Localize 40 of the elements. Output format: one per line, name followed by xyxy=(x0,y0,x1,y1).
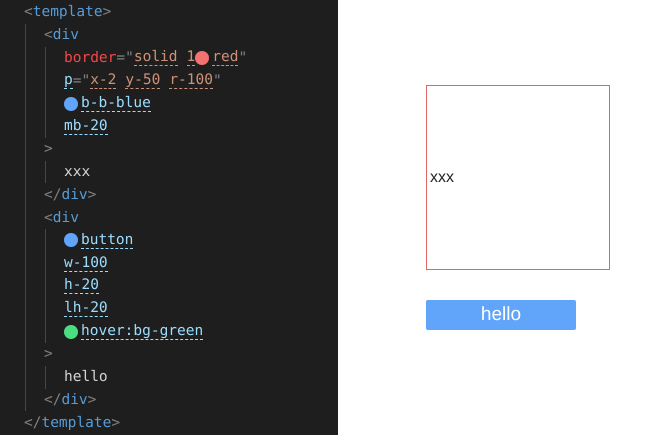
tag-name: template xyxy=(32,4,103,20)
attribute-value: r-100 xyxy=(169,72,213,90)
class-name: b-b-blue xyxy=(81,95,151,112)
tag-name: template xyxy=(41,414,112,431)
tag-name: div xyxy=(52,210,79,226)
punctuation: > xyxy=(44,141,53,158)
tag-name: div xyxy=(61,186,88,203)
punctuation: " xyxy=(238,50,248,66)
text-content: xxx xyxy=(64,164,90,180)
punctuation: < xyxy=(44,210,53,226)
punctuation: " xyxy=(212,72,222,89)
attribute-value: y-50 xyxy=(125,72,160,90)
punctuation: =" xyxy=(116,50,134,66)
tag-name: div xyxy=(52,27,79,44)
class-name: h-20 xyxy=(64,277,99,294)
punctuation: > xyxy=(44,346,53,362)
punctuation: < xyxy=(44,27,53,44)
class-name: hover:bg-green xyxy=(81,323,204,340)
punctuation: < xyxy=(24,4,33,20)
punctuation: > xyxy=(88,392,96,408)
box-text: xxx xyxy=(430,168,454,186)
punctuation: > xyxy=(88,186,96,203)
class-name: p xyxy=(64,72,73,90)
class-name: lh-20 xyxy=(64,300,108,318)
class-name: w-100 xyxy=(64,254,108,272)
attribute-value: x-2 xyxy=(90,72,116,90)
tag-name: div xyxy=(61,392,88,408)
punctuation: > xyxy=(111,414,120,431)
punctuation: =" xyxy=(72,72,90,89)
punctuation: </ xyxy=(44,392,62,408)
text-content: hello xyxy=(64,369,108,386)
hello-button[interactable]: hello xyxy=(426,300,576,330)
punctuation: </ xyxy=(24,414,42,431)
class-name: mb-20 xyxy=(64,118,108,135)
attribute-name: border xyxy=(64,50,116,66)
attribute-value: red xyxy=(212,49,238,66)
class-name: button xyxy=(81,232,134,249)
punctuation: </ xyxy=(44,186,62,203)
attribute-value: solid xyxy=(134,49,178,66)
punctuation: > xyxy=(102,4,112,20)
